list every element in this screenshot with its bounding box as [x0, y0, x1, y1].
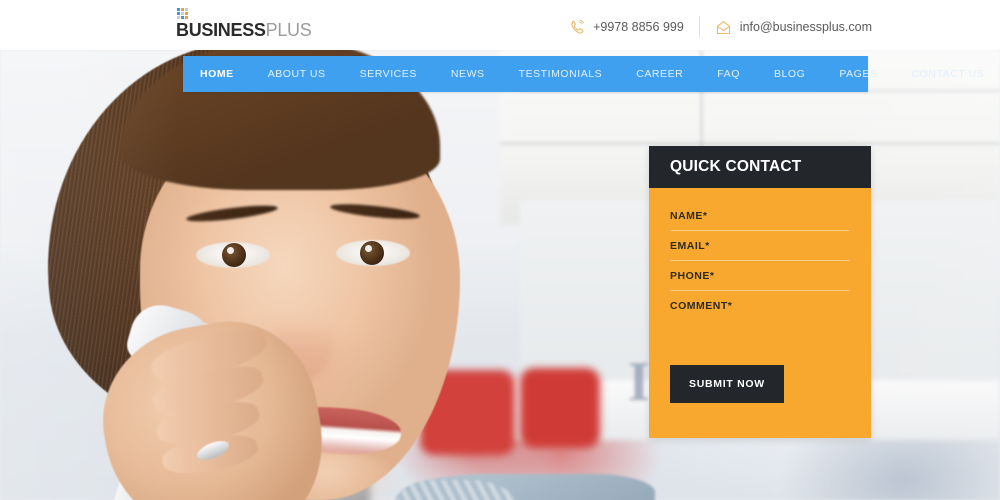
header-divider [698, 16, 700, 38]
logo-dot-7 [181, 16, 184, 19]
email-label: EMAIL* [670, 240, 710, 252]
nav-item-news[interactable]: NEWS [434, 56, 502, 92]
envelope-icon [716, 20, 730, 34]
header-email[interactable]: info@businessplus.com [715, 19, 872, 36]
header-phone-text: +9978 8856 999 [593, 20, 684, 34]
header-contact-info: +9978 8856 999 info@businessplus.com [568, 16, 872, 38]
quick-contact-title: QUICK CONTACT [670, 158, 802, 175]
logo-dot-2 [185, 8, 188, 11]
comment-field[interactable]: COMMENT* [670, 300, 850, 320]
background-signage: I [628, 351, 650, 413]
nav-item-home[interactable]: HOME [183, 56, 251, 92]
site-logo[interactable]: BUSINESSPLUS [176, 8, 312, 40]
nav-item-testimonials[interactable]: TESTIMONIALS [502, 56, 620, 92]
name-input-rule[interactable] [670, 230, 850, 231]
logo-dot-8 [185, 16, 188, 19]
phone-field[interactable]: PHONE* [670, 270, 850, 291]
quick-contact-header: QUICK CONTACT [649, 146, 871, 188]
logo-text-light: PLUS [265, 20, 312, 40]
quick-contact-panel: QUICK CONTACT NAME* EMAIL* PHONE* COMMENT* … [649, 146, 871, 438]
nav-item-pages[interactable]: PAGES [822, 56, 894, 92]
email-field[interactable]: EMAIL* [670, 240, 850, 261]
logo-dot-5 [185, 12, 188, 15]
iris-right [360, 241, 384, 265]
logo-dot-6 [177, 16, 180, 19]
phone-icon [571, 19, 585, 34]
logo-dot-1 [181, 8, 184, 11]
nav-item-faq[interactable]: FAQ [700, 56, 757, 92]
logo-dot-4 [181, 12, 184, 15]
submit-now-button[interactable]: SUBMIT NOW [670, 365, 784, 403]
logo-text-bold: BUSINESS [176, 20, 266, 40]
quick-contact-form: NAME* EMAIL* PHONE* COMMENT* SUBMIT NOW [649, 188, 871, 438]
logo-dot-0 [177, 8, 180, 11]
site-header: BUSINESSPLUS +9978 8856 999 info@busines… [0, 0, 1000, 50]
grid-dots-icon [177, 8, 190, 19]
nav-item-blog[interactable]: BLOG [757, 56, 822, 92]
nav-item-services[interactable]: SERVICES [343, 56, 434, 92]
logo-dot-3 [177, 12, 180, 15]
nav-item-about-us[interactable]: ABOUT US [251, 56, 343, 92]
main-navigation: HOME ABOUT US SERVICES NEWS TESTIMONIALS CARE… [183, 56, 984, 92]
quick-contact-fields: NAME* EMAIL* PHONE* COMMENT* [670, 210, 850, 320]
email-input-rule[interactable] [670, 260, 850, 261]
iris-left [222, 243, 246, 267]
name-label: NAME* [670, 210, 708, 222]
header-phone[interactable]: +9978 8856 999 [568, 19, 684, 36]
nav-item-career[interactable]: CAREER [619, 56, 700, 92]
logo-text: BUSINESSPLUS [176, 20, 312, 40]
nav-item-contact-us[interactable]: CONTACT US [895, 56, 1000, 92]
person-photo [0, 50, 655, 500]
comment-label: COMMENT* [670, 300, 733, 312]
name-field[interactable]: NAME* [670, 210, 850, 231]
phone-input-rule[interactable] [670, 290, 850, 291]
phone-label: PHONE* [670, 270, 715, 282]
header-email-text: info@businessplus.com [739, 20, 872, 34]
